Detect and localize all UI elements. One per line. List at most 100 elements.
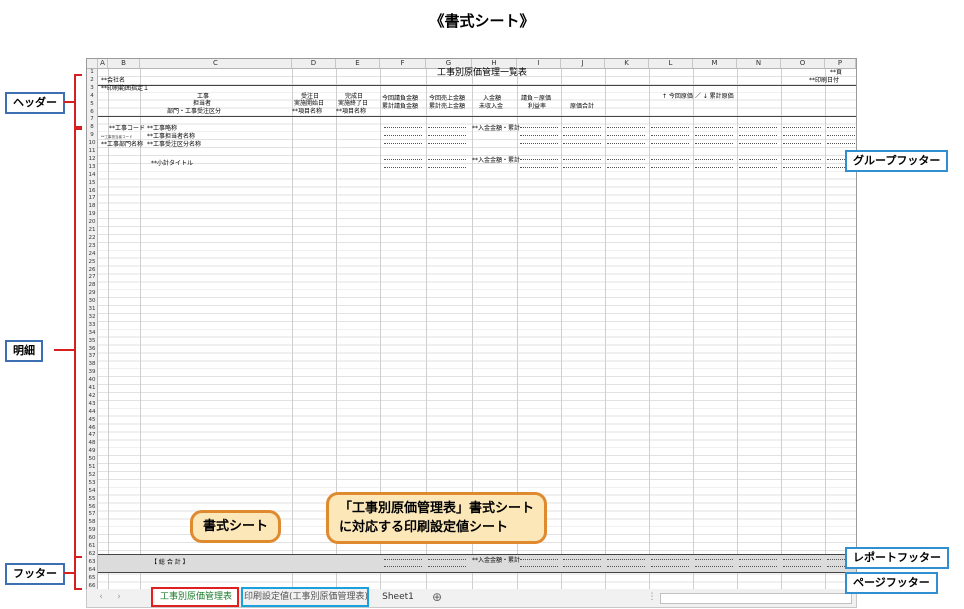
row-header-22[interactable]: 22 xyxy=(87,235,97,243)
value-placeholder[interactable] xyxy=(827,143,856,145)
value-placeholder[interactable] xyxy=(783,143,821,145)
column-header-F[interactable]: F xyxy=(380,59,426,68)
cell-person-code[interactable]: **工事担当者コード xyxy=(101,133,133,141)
value-placeholder[interactable] xyxy=(739,143,777,145)
row-header-26[interactable]: 26 xyxy=(87,267,97,275)
row-header-15[interactable]: 15 xyxy=(87,180,97,188)
value-placeholder[interactable] xyxy=(695,143,733,145)
value-placeholder[interactable] xyxy=(695,159,733,161)
row-header-5[interactable]: 5 xyxy=(87,101,97,109)
row-header-41[interactable]: 41 xyxy=(87,385,97,393)
value-placeholder[interactable] xyxy=(695,559,733,561)
row-header-20[interactable]: 20 xyxy=(87,219,97,227)
column-header-K[interactable]: K xyxy=(605,59,649,68)
row-header-3[interactable]: 3 xyxy=(87,85,97,93)
row-header-62[interactable]: 62 xyxy=(87,551,97,559)
row-header-48[interactable]: 48 xyxy=(87,440,97,448)
row-header-52[interactable]: 52 xyxy=(87,472,97,480)
value-placeholder[interactable] xyxy=(607,159,645,161)
value-placeholder[interactable] xyxy=(739,159,777,161)
row-header-28[interactable]: 28 xyxy=(87,282,97,290)
value-placeholder[interactable] xyxy=(428,143,466,145)
value-placeholder[interactable] xyxy=(384,143,422,145)
value-placeholder[interactable] xyxy=(739,135,777,137)
cell-abbr[interactable]: **工事略称 xyxy=(147,125,177,133)
column-header-O[interactable]: O xyxy=(781,59,825,68)
value-placeholder[interactable] xyxy=(651,135,689,137)
row-header-24[interactable]: 24 xyxy=(87,251,97,259)
row-header-1[interactable]: 1 xyxy=(87,69,97,77)
value-placeholder[interactable] xyxy=(563,127,601,129)
row-header-21[interactable]: 21 xyxy=(87,227,97,235)
value-placeholder[interactable] xyxy=(520,135,558,137)
value-placeholder[interactable] xyxy=(607,135,645,137)
cell-code[interactable]: **工事コード xyxy=(109,125,145,133)
row-header-58[interactable]: 58 xyxy=(87,519,97,527)
value-placeholder[interactable] xyxy=(520,566,558,568)
value-placeholder[interactable] xyxy=(783,135,821,137)
row-header-37[interactable]: 37 xyxy=(87,353,97,361)
value-placeholder[interactable] xyxy=(739,127,777,129)
row-header-43[interactable]: 43 xyxy=(87,401,97,409)
cell-order-type[interactable]: **工事受注区分名称 xyxy=(147,141,201,149)
value-placeholder[interactable] xyxy=(384,159,422,161)
row-header-17[interactable]: 17 xyxy=(87,195,97,203)
row-header-7[interactable]: 7 xyxy=(87,116,97,124)
cell-person[interactable]: **工事担当者名称 xyxy=(147,133,195,141)
row-header-18[interactable]: 18 xyxy=(87,203,97,211)
row-header-49[interactable]: 49 xyxy=(87,448,97,456)
row-header-53[interactable]: 53 xyxy=(87,480,97,488)
row-header-14[interactable]: 14 xyxy=(87,172,97,180)
row-header-55[interactable]: 55 xyxy=(87,496,97,504)
tab-sheet1[interactable]: Sheet1 xyxy=(375,589,421,605)
row-header-2[interactable]: 2 xyxy=(87,77,97,85)
row-header-19[interactable]: 19 xyxy=(87,211,97,219)
value-placeholder[interactable] xyxy=(739,167,777,169)
value-placeholder[interactable] xyxy=(384,559,422,561)
row-header-44[interactable]: 44 xyxy=(87,409,97,417)
row-header-46[interactable]: 46 xyxy=(87,425,97,433)
column-header-C[interactable]: C xyxy=(140,59,292,68)
value-placeholder[interactable] xyxy=(651,159,689,161)
column-header-L[interactable]: L xyxy=(649,59,693,68)
row-header-51[interactable]: 51 xyxy=(87,464,97,472)
row-header-8[interactable]: 8 xyxy=(87,124,97,132)
value-placeholder[interactable] xyxy=(520,159,558,161)
row-header-38[interactable]: 38 xyxy=(87,361,97,369)
value-placeholder[interactable] xyxy=(783,559,821,561)
value-placeholder[interactable] xyxy=(783,159,821,161)
value-placeholder[interactable] xyxy=(607,127,645,129)
row-header-34[interactable]: 34 xyxy=(87,330,97,338)
value-placeholder[interactable] xyxy=(695,566,733,568)
value-placeholder[interactable] xyxy=(428,167,466,169)
value-placeholder[interactable] xyxy=(607,167,645,169)
add-sheet-icon[interactable]: ⊕ xyxy=(427,589,447,605)
row-header-6[interactable]: 6 xyxy=(87,109,97,117)
value-placeholder[interactable] xyxy=(651,559,689,561)
row-header-27[interactable]: 27 xyxy=(87,274,97,282)
column-header-E[interactable]: E xyxy=(336,59,380,68)
value-placeholder[interactable] xyxy=(384,566,422,568)
row-header-45[interactable]: 45 xyxy=(87,417,97,425)
column-header-D[interactable]: D xyxy=(292,59,336,68)
row-header-59[interactable]: 59 xyxy=(87,527,97,535)
row-header-11[interactable]: 11 xyxy=(87,148,97,156)
horizontal-scrollbar[interactable] xyxy=(660,593,852,604)
value-placeholder[interactable] xyxy=(563,143,601,145)
value-placeholder[interactable] xyxy=(783,566,821,568)
value-placeholder[interactable] xyxy=(428,127,466,129)
value-placeholder[interactable] xyxy=(520,167,558,169)
row-header-57[interactable]: 57 xyxy=(87,511,97,519)
value-placeholder[interactable] xyxy=(428,559,466,561)
row-header-39[interactable]: 39 xyxy=(87,369,97,377)
column-header-J[interactable]: J xyxy=(561,59,605,68)
cell-dept[interactable]: **工事部門名称 xyxy=(101,141,143,149)
tab-next-icon[interactable]: › xyxy=(113,589,125,605)
row-header-42[interactable]: 42 xyxy=(87,393,97,401)
row-header-13[interactable]: 13 xyxy=(87,164,97,172)
tab-split-handle[interactable]: ⋮ xyxy=(647,589,657,605)
row-header-12[interactable]: 12 xyxy=(87,156,97,164)
value-placeholder[interactable] xyxy=(384,167,422,169)
value-placeholder[interactable] xyxy=(695,167,733,169)
row-header-9[interactable]: 9 xyxy=(87,132,97,140)
